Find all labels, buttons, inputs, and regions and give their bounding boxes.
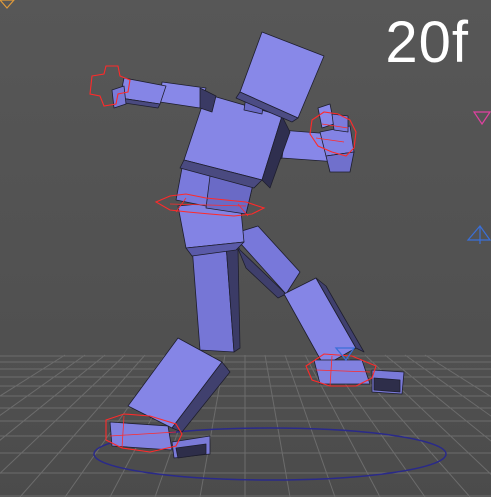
3d-viewport[interactable]: 20f [0,0,491,497]
right-hand[interactable] [317,103,349,133]
camera-marker-icon[interactable] [466,225,491,244]
right-shin[interactable] [283,277,365,367]
right-foot[interactable] [313,359,405,395]
target-marker-icon[interactable] [472,111,491,126]
left-shin[interactable] [127,337,231,433]
ground-grid [0,354,491,497]
camera-marker-icon[interactable] [0,0,15,9]
left-thigh[interactable] [191,243,241,353]
left-upper-arm[interactable] [159,81,217,113]
mannequin-figure[interactable] [109,31,405,459]
frame-counter: 20f [385,10,469,75]
